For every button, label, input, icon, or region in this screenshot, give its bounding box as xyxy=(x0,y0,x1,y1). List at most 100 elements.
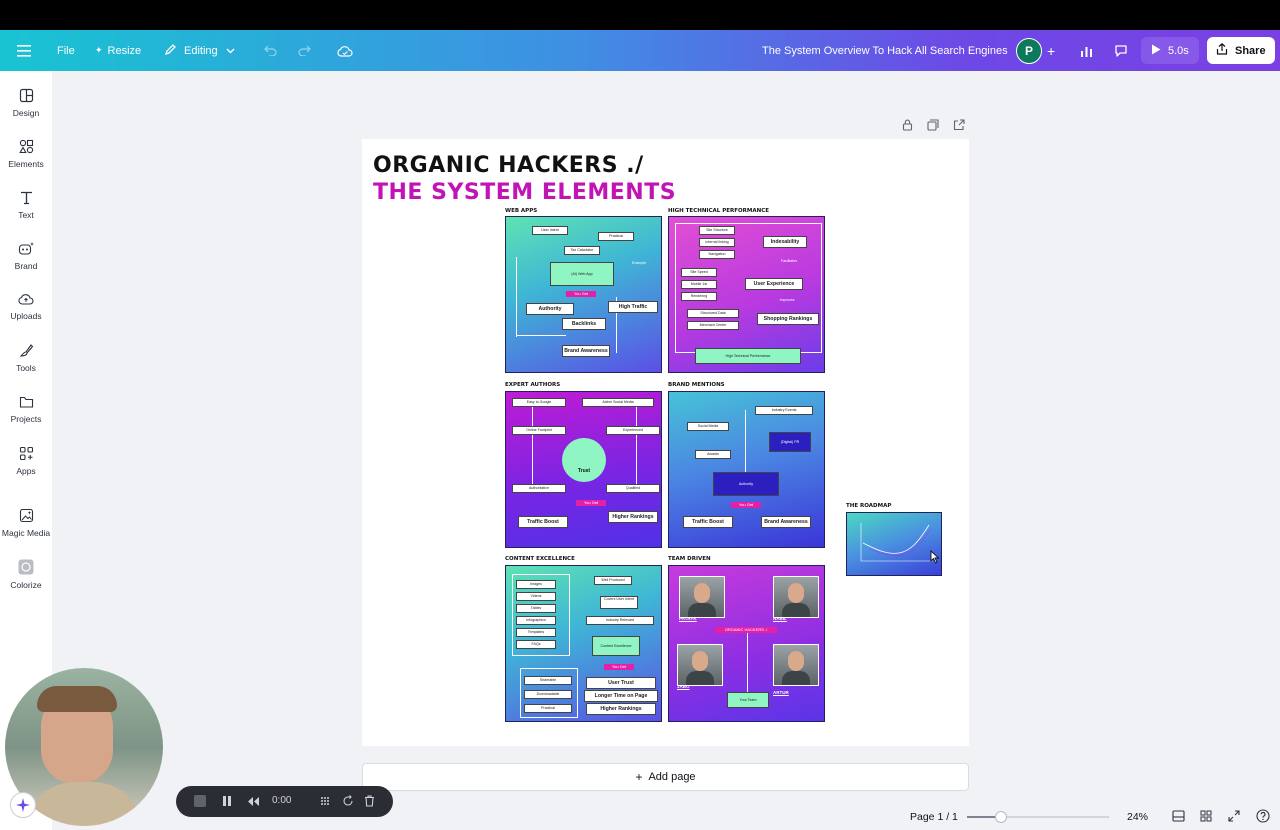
diagram-box: Indexability xyxy=(763,236,807,248)
editing-mode-dropdown[interactable]: Editing xyxy=(164,30,235,71)
design-icon xyxy=(0,88,52,103)
sidebar-item-label: Design xyxy=(12,108,40,118)
file-menu[interactable]: File xyxy=(57,30,75,71)
zoom-level[interactable]: 24% xyxy=(1127,811,1148,823)
redo-icon[interactable] xyxy=(298,30,311,71)
diagram-box: Traffic Boost xyxy=(518,516,568,528)
restart-icon[interactable] xyxy=(342,795,354,810)
diagram-box: Authoritative xyxy=(512,484,566,493)
diagram-box: Industry Relevant xyxy=(586,616,654,625)
design-page[interactable] xyxy=(362,139,969,746)
sparkle-icon: ✦ xyxy=(95,45,103,55)
sidebar-item-label: Text xyxy=(18,210,34,220)
team-photo xyxy=(679,576,725,618)
diagram-box: Internal linking xyxy=(699,238,735,247)
notes-icon[interactable] xyxy=(1172,810,1185,825)
panel-team-driven[interactable]: PATRYK NABIL JABO ARTUR ORGANIC HACKERS … xyxy=(668,565,825,722)
sidebar-item-projects[interactable]: Projects xyxy=(0,395,52,424)
resize-button[interactable]: ✦ Resize xyxy=(95,30,141,71)
sidebar-item-label: Tools xyxy=(16,363,36,373)
panel-web-apps[interactable]: User Intent Practical Tax Calculator (AI… xyxy=(505,216,662,373)
page-indicator[interactable]: Page 1 / 1 xyxy=(910,811,970,823)
trash-icon[interactable] xyxy=(364,795,375,810)
magic-media-icon xyxy=(0,508,52,523)
brand-icon xyxy=(0,241,52,256)
diagram-box: Awards xyxy=(695,450,731,459)
user-avatar[interactable]: P xyxy=(1016,30,1042,71)
document-title[interactable]: The System Overview To Hack All Search E… xyxy=(762,30,1008,71)
diagram-box: Structured Data xyxy=(687,309,739,318)
diagram-box: Example xyxy=(632,261,646,265)
diagram-box: Qualified xyxy=(606,484,660,493)
sidebar-item-label: Magic Media xyxy=(1,528,51,538)
panel-brand-mentions[interactable]: Industry Events Social Media (Digital) P… xyxy=(668,391,825,548)
team-photo xyxy=(773,644,819,686)
panel-label: THE ROADMAP xyxy=(846,503,892,509)
diagram-box: Tables xyxy=(516,604,556,613)
sidebar-item-brand[interactable]: Brand xyxy=(0,241,52,271)
sidebar-item-label: Uploads xyxy=(10,311,42,321)
diagram-box: High Technical Performance xyxy=(695,348,801,364)
diagram-box: Online Footprint xyxy=(512,426,566,435)
diagram-box: Facilitates xyxy=(780,259,798,263)
sidebar-item-uploads[interactable]: Uploads xyxy=(0,292,52,321)
elements-icon xyxy=(0,139,52,154)
diagram-box: High Traffic xyxy=(608,301,658,313)
diagram-box: Authority xyxy=(713,472,779,496)
zoom-slider[interactable] xyxy=(967,811,1109,823)
sidebar-item-magic-media[interactable]: Magic Media xyxy=(0,508,52,538)
fullscreen-icon[interactable] xyxy=(1228,810,1240,825)
add-page-icon[interactable] xyxy=(953,118,965,136)
duplicate-page-icon[interactable] xyxy=(927,118,939,136)
diagram-box: Practical xyxy=(598,232,634,241)
add-page-button[interactable]: + Add page xyxy=(362,763,969,791)
uploads-icon xyxy=(0,292,52,306)
sidebar-item-text[interactable]: Text xyxy=(0,190,52,220)
editor-top-bar: File ✦ Resize Editing The System Overvie… xyxy=(0,30,1280,71)
diagram-box: Shareable xyxy=(524,676,572,685)
cloud-save-icon[interactable] xyxy=(337,30,353,71)
colorize-icon xyxy=(0,559,52,575)
team-member-name: JABO xyxy=(677,684,690,689)
grid-view-icon[interactable] xyxy=(1200,810,1212,825)
diagram-box: Images xyxy=(516,580,556,589)
panel-technical[interactable]: Site Structure Internal linking Navigati… xyxy=(668,216,825,373)
menu-icon[interactable] xyxy=(17,30,31,71)
drag-handle-icon[interactable] xyxy=(319,795,331,810)
present-button[interactable]: 5.0s xyxy=(1141,30,1199,71)
lock-icon[interactable] xyxy=(902,118,913,136)
recording-toolbar: 0:00 xyxy=(176,786,393,817)
add-page-label: Add page xyxy=(648,771,696,783)
panel-content-excellence[interactable]: Well Produced Images Videos Covers User … xyxy=(505,565,662,722)
zoom-slider-thumb[interactable] xyxy=(995,811,1008,823)
team-center-tag: ORGANIC HACKERS ./ xyxy=(715,627,777,633)
diagram-box: Downloadable xyxy=(524,690,572,699)
pause-icon[interactable] xyxy=(222,795,232,810)
sidebar-item-elements[interactable]: Elements xyxy=(0,139,52,169)
sidebar-item-colorize[interactable]: Colorize xyxy=(0,559,52,590)
sidebar-item-design[interactable]: Design xyxy=(0,88,52,118)
chevron-down-icon xyxy=(226,45,235,57)
panel-roadmap[interactable] xyxy=(846,512,942,576)
diagram-box: Higher Rankings xyxy=(608,511,658,523)
roadmap-chart xyxy=(860,523,933,562)
add-collaborator-icon[interactable]: + xyxy=(1047,30,1055,71)
panel-expert-authors[interactable]: Easy to Google Active Social Media Onlin… xyxy=(505,391,662,548)
help-icon[interactable] xyxy=(1256,809,1270,826)
diagram-box: Rendering xyxy=(681,292,717,301)
comment-icon[interactable] xyxy=(1114,30,1128,71)
rewind-icon[interactable] xyxy=(247,796,260,810)
magic-assistant-icon[interactable] xyxy=(10,792,36,818)
sidebar-item-tools[interactable]: Tools xyxy=(0,343,52,373)
diagram-tag: You Get xyxy=(604,664,634,670)
stop-icon[interactable] xyxy=(194,795,206,807)
share-button[interactable]: Share xyxy=(1207,30,1275,71)
diagram-box: Content Excellence xyxy=(592,636,640,656)
insights-icon[interactable] xyxy=(1080,30,1093,71)
undo-icon[interactable] xyxy=(264,30,277,71)
team-photo xyxy=(773,576,819,618)
diagram-tag: You Get xyxy=(731,502,761,508)
sidebar-item-apps[interactable]: Apps xyxy=(0,446,52,476)
diagram-box: User Trust xyxy=(586,677,656,689)
design-title-line-1: ORGANIC HACKERS ./ xyxy=(373,153,644,178)
